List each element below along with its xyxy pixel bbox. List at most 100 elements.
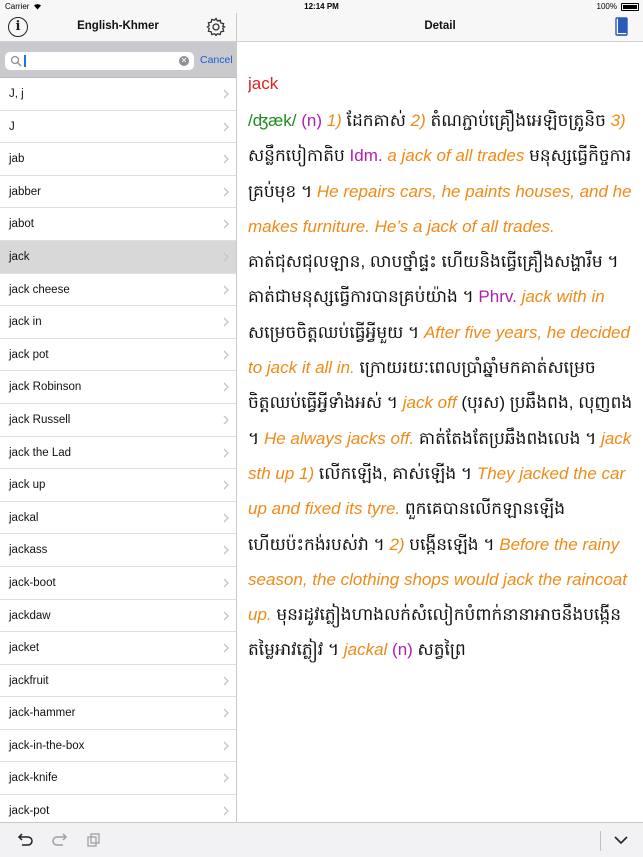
khmer-text: សត្វព្រៃ: [417, 640, 466, 660]
word-list-item[interactable]: jack pot: [0, 338, 236, 372]
search-icon: [10, 55, 22, 67]
word-list-item[interactable]: jack up: [0, 469, 236, 502]
word-label: jackass: [9, 544, 48, 557]
word-label: J: [9, 120, 15, 133]
entry-detail: jack /ʤæk/ (n) 1) ដែកគាស់ 2) តំណភ្ជាប់គ្…: [248, 70, 633, 815]
clear-icon[interactable]: ✕: [179, 56, 189, 66]
word-list: J, j Jjab jabber jabot jack jack cheese jack i…: [0, 78, 236, 822]
word-list-item[interactable]: jack-hammer: [0, 697, 236, 730]
part-of-speech-label: (n): [301, 111, 327, 130]
chevron-right-icon: [223, 415, 229, 425]
word-label: jack-pot: [9, 805, 50, 818]
chevron-right-icon: [223, 578, 229, 588]
chevron-right-icon: [223, 219, 229, 229]
word-list-item[interactable]: jack-knife: [0, 762, 236, 796]
undo-icon[interactable]: [16, 832, 34, 848]
word-label: jack-knife: [9, 772, 58, 785]
word-label: jabot: [9, 218, 34, 231]
word-label: jack the Lad: [9, 446, 72, 459]
status-time: 12:14 PM: [304, 2, 339, 11]
entry-headword: jack: [248, 74, 279, 93]
word-label: jack up: [9, 479, 46, 492]
word-label: jack Russell: [9, 413, 71, 426]
redo-icon[interactable]: [51, 832, 69, 848]
chevron-right-icon: [223, 448, 229, 457]
part-of-speech-label: (n): [392, 640, 418, 660]
english-text: jack off: [402, 393, 462, 413]
chevron-right-icon: [223, 545, 229, 555]
english-text: 2): [389, 534, 410, 554]
word-list-item[interactable]: jack cheese: [0, 273, 236, 307]
battery-percent: 100%: [596, 2, 617, 11]
khmer-text: សម្រេចចិត្តឈប់ធ្វើអ្វីមួយ ។: [248, 322, 424, 342]
word-list-item[interactable]: jack in: [0, 306, 236, 339]
english-text: jackal: [343, 640, 393, 660]
part-of-speech-label: Idm.: [349, 146, 388, 166]
detail-title: Detail: [424, 20, 456, 32]
gear-icon[interactable]: [205, 16, 227, 38]
word-list-item[interactable]: jab: [0, 143, 236, 176]
khmer-text: តំណភ្ជាប់គ្រឿងអេឡិចត្រូនិច: [430, 111, 611, 130]
part-of-speech-label: Phrv.: [478, 287, 522, 307]
chevron-right-icon: [223, 350, 229, 360]
word-list-item[interactable]: jack-pot: [0, 795, 236, 822]
word-list-item[interactable]: jack-in-the-box: [0, 729, 236, 763]
chevron-right-icon: [223, 382, 229, 392]
word-list-item[interactable]: jack: [0, 240, 236, 274]
word-label: J, j: [9, 88, 24, 100]
chevron-right-icon: [223, 774, 229, 783]
word-label: jacket: [9, 642, 40, 655]
english-text: 3): [610, 111, 626, 130]
word-label: jabber: [9, 185, 41, 198]
word-label: jack cheese: [9, 283, 70, 296]
search-field[interactable]: ✕: [5, 52, 194, 70]
word-list-item[interactable]: jabot: [0, 208, 236, 241]
chevron-right-icon: [223, 89, 229, 99]
word-label: jack: [9, 250, 30, 263]
cancel-button[interactable]: Cancel: [200, 54, 233, 66]
toolbar-separator: [600, 831, 601, 851]
word-list-item[interactable]: jack Russell: [0, 403, 236, 437]
word-label: jackal: [9, 511, 39, 524]
word-list-item[interactable]: jacket: [0, 632, 236, 665]
english-text: 1): [326, 111, 347, 130]
english-text: jack with in: [521, 287, 605, 307]
word-label: jack in: [9, 316, 42, 329]
word-list-item[interactable]: jack-boot: [0, 566, 236, 600]
word-list-item[interactable]: jackdaw: [0, 599, 236, 633]
chevron-right-icon: [223, 708, 229, 718]
word-label: jackdaw: [9, 609, 51, 622]
chevron-down-icon[interactable]: [612, 832, 630, 848]
english-text: a jack of all trades: [387, 146, 530, 166]
khmer-text: សន្លឹកបៀកាតិប: [248, 146, 350, 166]
search-input[interactable]: [24, 53, 174, 69]
word-list-item[interactable]: jack Robinson: [0, 371, 236, 404]
pane-divider[interactable]: [236, 13, 237, 822]
chevron-right-icon: [223, 676, 229, 686]
battery-icon: [621, 3, 639, 11]
chevron-right-icon: [223, 122, 229, 132]
word-list-pane: i English-Khmer ✕ Cancel J, j Jjab: [0, 13, 236, 822]
english-text: He always jacks off.: [263, 428, 419, 448]
book-icon[interactable]: [615, 17, 629, 37]
copy-icon[interactable]: [85, 832, 103, 848]
word-label: jack-hammer: [9, 707, 76, 720]
word-list-item[interactable]: jabber: [0, 175, 236, 209]
word-list-item[interactable]: jack the Lad: [0, 436, 236, 470]
word-list-item[interactable]: jackfruit: [0, 664, 236, 698]
word-list-item[interactable]: jackass: [0, 534, 236, 567]
word-list-item[interactable]: jackal: [0, 501, 236, 535]
chevron-right-icon: [223, 643, 229, 653]
left-nav-bar: i English-Khmer: [0, 13, 236, 42]
chevron-right-icon: [223, 317, 229, 327]
text-caret: [24, 55, 26, 67]
info-icon[interactable]: i: [8, 17, 28, 37]
word-label: jab: [9, 153, 25, 166]
phonetic-text: /ʤæk/: [248, 111, 302, 130]
word-list-item[interactable]: J, j: [0, 78, 236, 111]
khmer-text: បង្កើនឡើង ។: [409, 534, 500, 554]
dictionary-title: English-Khmer: [77, 20, 159, 32]
word-label: jack pot: [9, 348, 49, 361]
word-list-item[interactable]: J: [0, 110, 236, 144]
chevron-right-icon: [223, 252, 229, 262]
